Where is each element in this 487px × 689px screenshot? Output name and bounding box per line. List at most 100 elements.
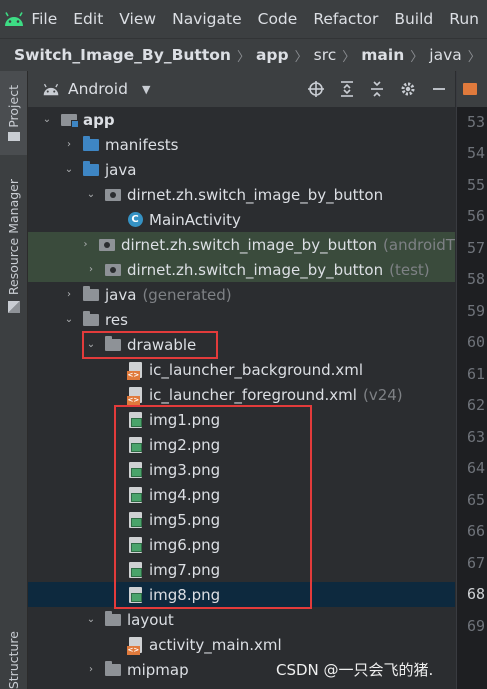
chevron-down-icon[interactable]: ⌄ bbox=[84, 189, 98, 200]
folder-icon bbox=[104, 335, 122, 353]
chevron-down-icon[interactable]: ⌄ bbox=[40, 114, 54, 125]
project-panel-header: Android ▼ bbox=[28, 71, 455, 107]
chevron-down-icon[interactable]: ⌄ bbox=[62, 314, 76, 325]
breadcrumb-dirnet[interactable]: dirnet bbox=[483, 46, 487, 64]
breadcrumb-project[interactable]: Switch_Image_By_Button bbox=[0, 46, 235, 64]
xml-file-icon bbox=[126, 361, 144, 380]
tree-row-res[interactable]: ⌄ res bbox=[28, 307, 455, 332]
tree-label: MainActivity bbox=[149, 210, 241, 229]
line-number: 64 bbox=[467, 459, 486, 477]
line-number: 66 bbox=[467, 522, 486, 540]
line-number: 65 bbox=[467, 491, 486, 509]
menu-build[interactable]: Build bbox=[386, 10, 441, 28]
chevron-down-icon[interactable]: ⌄ bbox=[84, 339, 98, 350]
tree-row-java-generated[interactable]: › java (generated) bbox=[28, 282, 455, 307]
tree-row-app[interactable]: ⌄ app bbox=[28, 107, 455, 132]
project-tool-tab[interactable]: Project bbox=[0, 71, 27, 155]
locate-file-icon[interactable] bbox=[307, 80, 325, 98]
tree-row-manifests[interactable]: › manifests bbox=[28, 132, 455, 157]
editor-tab[interactable] bbox=[457, 71, 487, 107]
chevron-right-icon[interactable]: › bbox=[84, 264, 98, 275]
menu-view[interactable]: View bbox=[111, 10, 164, 28]
chevron-right-icon[interactable]: › bbox=[84, 664, 98, 675]
tree-suffix: (test) bbox=[389, 260, 430, 279]
line-number: 57 bbox=[467, 239, 486, 257]
package-icon bbox=[104, 187, 122, 203]
image-file-icon bbox=[126, 561, 144, 578]
chevron-down-icon[interactable]: ▼ bbox=[142, 83, 150, 96]
resource-manager-tool-tab[interactable]: Resource Manager bbox=[0, 171, 27, 321]
tree-label: img6.png bbox=[149, 535, 221, 554]
tree-label: img8.png bbox=[149, 585, 221, 604]
tree-label: layout bbox=[127, 610, 174, 629]
chevron-right-icon[interactable]: › bbox=[62, 139, 76, 150]
image-file-icon bbox=[126, 586, 144, 603]
tree-suffix: (v24) bbox=[362, 385, 403, 404]
tree-row-package-main[interactable]: ⌄ dirnet.zh.switch_image_by_button bbox=[28, 182, 455, 207]
module-folder-icon bbox=[60, 112, 79, 128]
tree-row-package-androidtest[interactable]: › dirnet.zh.switch_image_by_button (andr… bbox=[28, 232, 455, 257]
image-file-icon bbox=[126, 461, 144, 478]
tree-row-java[interactable]: ⌄ java bbox=[28, 157, 455, 182]
tree-label: dirnet.zh.switch_image_by_button bbox=[127, 260, 384, 279]
menu-navigate[interactable]: Navigate bbox=[164, 10, 250, 28]
line-number: 55 bbox=[467, 176, 486, 194]
image-file-icon bbox=[126, 536, 144, 553]
tree-row-file[interactable]: activity_main.xml bbox=[28, 632, 455, 657]
tree-row-mainactivity[interactable]: C MainActivity bbox=[28, 207, 455, 232]
tree-row-file[interactable]: ic_launcher_foreground.xml (v24) bbox=[28, 382, 455, 407]
tree-label: res bbox=[105, 310, 128, 329]
tree-row-file[interactable]: img6.png bbox=[28, 532, 455, 557]
minimize-icon[interactable] bbox=[431, 80, 447, 98]
tree-label: java bbox=[105, 285, 137, 304]
menu-file[interactable]: File bbox=[27, 10, 65, 28]
tree-row-package-test[interactable]: › dirnet.zh.switch_image_by_button (test… bbox=[28, 257, 455, 282]
line-number: 69 bbox=[467, 617, 486, 635]
chevron-down-icon[interactable]: ⌄ bbox=[84, 614, 98, 625]
tree-label: img5.png bbox=[149, 510, 221, 529]
breadcrumb: Switch_Image_By_Button 〉 app 〉 src 〉 mai… bbox=[0, 38, 487, 72]
collapse-all-icon[interactable] bbox=[369, 80, 385, 98]
tree-label: dirnet.zh.switch_image_by_button bbox=[120, 235, 378, 254]
breadcrumb-java[interactable]: java bbox=[425, 46, 465, 64]
line-number: 56 bbox=[467, 207, 486, 225]
menu-bar: File Edit View Navigate Code Refactor Bu… bbox=[0, 0, 487, 38]
tree-label: img4.png bbox=[149, 485, 221, 504]
tree-row-file[interactable]: img2.png bbox=[28, 432, 455, 457]
expand-all-icon[interactable] bbox=[339, 80, 355, 98]
tree-row-file[interactable]: img7.png bbox=[28, 557, 455, 582]
left-tool-stripe: Project Resource Manager Structure bbox=[0, 71, 28, 689]
chevron-right-icon[interactable]: › bbox=[79, 239, 92, 250]
tree-label: manifests bbox=[105, 135, 179, 154]
menu-code[interactable]: Code bbox=[250, 10, 306, 28]
tree-row-file-selected[interactable]: img8.png bbox=[28, 582, 455, 607]
breadcrumb-src[interactable]: src bbox=[310, 46, 341, 64]
menu-run[interactable]: Run bbox=[441, 10, 487, 28]
tree-row-file[interactable]: img4.png bbox=[28, 482, 455, 507]
chevron-down-icon[interactable]: ⌄ bbox=[62, 164, 76, 175]
tree-label: img3.png bbox=[149, 460, 221, 479]
project-view-selector[interactable]: Android bbox=[68, 80, 128, 98]
tree-row-file[interactable]: img1.png bbox=[28, 407, 455, 432]
chevron-right-icon[interactable]: › bbox=[62, 289, 76, 300]
line-number: 54 bbox=[467, 144, 486, 162]
tree-row-layout[interactable]: ⌄ layout bbox=[28, 607, 455, 632]
tree-row-file[interactable]: img5.png bbox=[28, 507, 455, 532]
breadcrumb-app[interactable]: app bbox=[252, 46, 293, 64]
breadcrumb-separator-icon: 〉 bbox=[342, 49, 356, 65]
folder-icon bbox=[82, 160, 100, 178]
tree-row-file[interactable]: ic_launcher_background.xml bbox=[28, 357, 455, 382]
menu-edit[interactable]: Edit bbox=[65, 10, 111, 28]
structure-tool-tab[interactable]: Structure bbox=[0, 631, 27, 689]
breadcrumb-main[interactable]: main bbox=[357, 46, 408, 64]
editor-gutter: 53 54 55 56 57 58 59 60 61 62 63 64 65 6… bbox=[456, 71, 487, 689]
tree-row-drawable[interactable]: ⌄ drawable bbox=[28, 332, 455, 357]
image-file-icon bbox=[126, 436, 144, 453]
menu-refactor[interactable]: Refactor bbox=[305, 10, 386, 28]
project-folder-icon bbox=[7, 132, 20, 142]
tree-row-file[interactable]: img3.png bbox=[28, 457, 455, 482]
gear-icon[interactable] bbox=[399, 80, 417, 98]
resource-manager-tool-label: Resource Manager bbox=[6, 178, 21, 296]
image-file-icon bbox=[126, 486, 144, 503]
resource-manager-icon bbox=[7, 301, 20, 314]
